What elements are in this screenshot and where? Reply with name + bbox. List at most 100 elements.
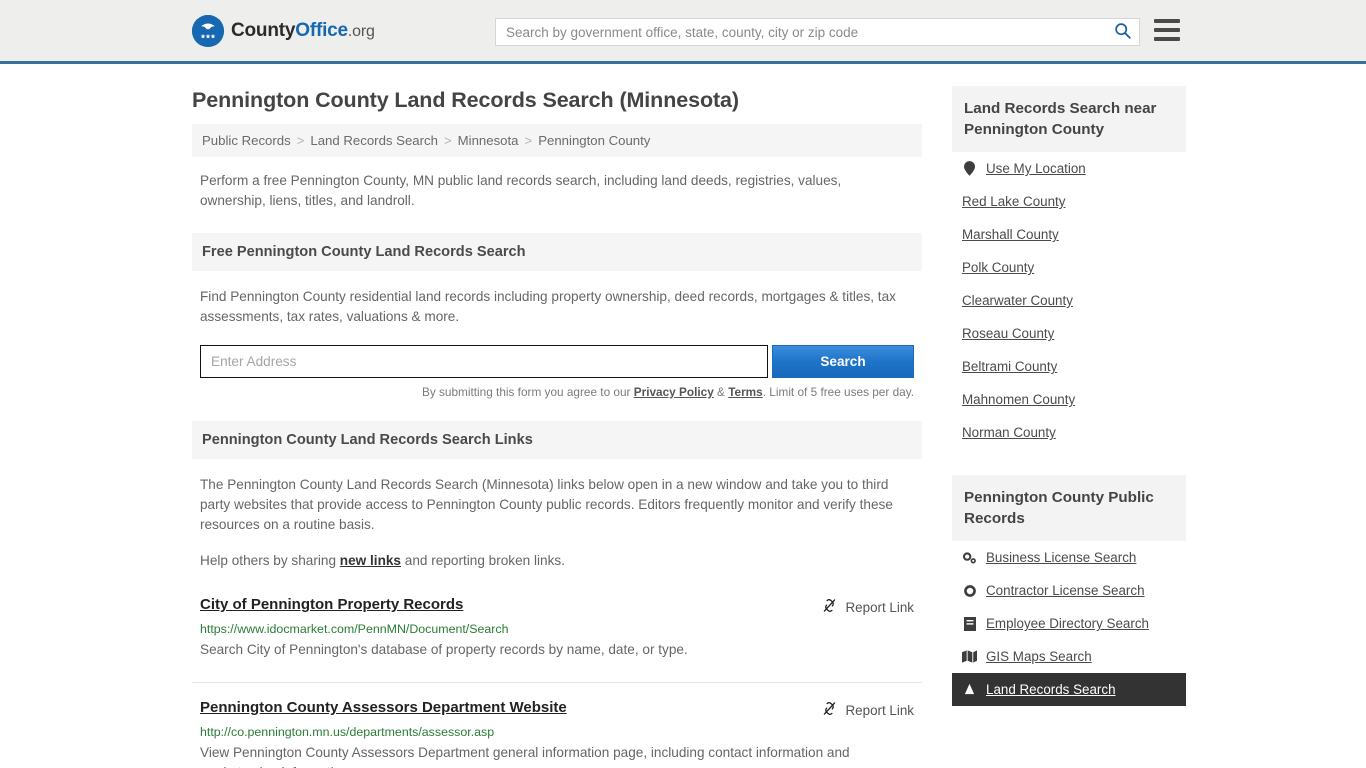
links-section-paragraph: The Pennington County Land Records Searc…	[200, 477, 893, 532]
result-description: View Pennington County Assessors Departm…	[200, 745, 850, 768]
sidebar-item-mahnomen-county[interactable]: Mahnomen County	[952, 383, 1186, 416]
cogs-icon	[962, 551, 977, 565]
sidebar-item-use-my-location[interactable]: Use My Location	[952, 152, 1186, 185]
sidebar-link[interactable]: Contractor License Search	[986, 583, 1145, 598]
hamburger-bar	[1154, 19, 1180, 23]
broken-link-icon	[821, 597, 838, 617]
breadcrumb-item-land-records-search[interactable]: Land Records Search	[310, 133, 438, 148]
sidebar-nearby-list: Use My Location Red Lake County Marshall…	[952, 152, 1186, 449]
sidebar-nearby-heading: Land Records Search near Pennington Coun…	[952, 86, 1186, 152]
hamburger-bar	[1154, 37, 1180, 41]
address-search-button[interactable]: Search	[772, 345, 914, 378]
result-url: https://www.idocmarket.com/PennMN/Docume…	[200, 622, 509, 636]
sidebar-item-roseau-county[interactable]: Roseau County	[952, 317, 1186, 350]
sidebar-link[interactable]: Mahnomen County	[962, 392, 1075, 407]
sidebar-item-land-records-search[interactable]: Land Records Search	[952, 673, 1186, 706]
sidebar-item-gis-maps-search[interactable]: GIS Maps Search	[952, 640, 1186, 673]
sidebar-link[interactable]: Business License Search	[986, 550, 1136, 565]
sidebar-item-clearwater-county[interactable]: Clearwater County	[952, 284, 1186, 317]
terms-disclaimer: By submitting this form you agree to our…	[192, 378, 922, 399]
sidebar-link[interactable]: Norman County	[962, 425, 1056, 440]
report-link-label: Report Link	[845, 702, 914, 718]
sidebar-nearby-block: Land Records Search near Pennington Coun…	[952, 86, 1186, 449]
result-item: City of Pennington Property Records Repo…	[192, 596, 922, 660]
links-section-body: The Pennington County Land Records Searc…	[192, 475, 922, 571]
gear-icon	[962, 584, 977, 598]
page-intro-text: Perform a free Pennington County, MN pub…	[200, 173, 842, 208]
sidebar-item-polk-county[interactable]: Polk County	[952, 251, 1186, 284]
result-header: Pennington County Assessors Department W…	[200, 699, 914, 720]
help-suffix: and reporting broken links.	[401, 553, 565, 568]
links-section-heading: Pennington County Land Records Search Li…	[192, 421, 922, 459]
links-help-line: Help others by sharing new links and rep…	[200, 551, 914, 571]
sidebar-item-employee-directory-search[interactable]: Employee Directory Search	[952, 607, 1186, 640]
sidebar-link[interactable]: GIS Maps Search	[986, 649, 1092, 664]
sidebar-link[interactable]: Land Records Search	[986, 682, 1116, 697]
result-title-link[interactable]: Pennington County Assessors Department W…	[200, 699, 567, 716]
broken-link-icon	[821, 700, 838, 720]
free-search-body: Find Pennington County residential land …	[192, 287, 922, 327]
global-search-input[interactable]	[496, 19, 1105, 45]
address-search-form: Search	[192, 345, 922, 378]
result-description: Search City of Pennington's database of …	[200, 642, 688, 657]
sidebar: Land Records Search near Pennington Coun…	[952, 64, 1186, 768]
report-link-button[interactable]: Report Link	[821, 597, 914, 617]
site-logo-text: CountyOffice.org	[231, 19, 375, 41]
result-header: City of Pennington Property Records Repo…	[200, 596, 914, 617]
sidebar-item-business-license-search[interactable]: Business License Search	[952, 541, 1186, 574]
sidebar-public-records-block: Pennington County Public Records Busines…	[952, 475, 1186, 706]
sidebar-item-red-lake-county[interactable]: Red Lake County	[952, 185, 1186, 218]
site-logo[interactable]: CountyOffice.org	[192, 14, 375, 47]
global-search-box[interactable]	[495, 18, 1140, 46]
terms-link[interactable]: Terms	[728, 385, 763, 399]
sidebar-link[interactable]: Beltrami County	[962, 359, 1057, 374]
terms-suffix: . Limit of 5 free uses per day.	[762, 385, 914, 399]
report-link-label: Report Link	[845, 599, 914, 615]
breadcrumb-separator-icon: >	[296, 133, 305, 148]
site-header: CountyOffice.org	[0, 0, 1366, 64]
page-container: Pennington County Land Records Search (M…	[0, 64, 1366, 768]
main-content: Pennington County Land Records Search (M…	[192, 64, 922, 768]
result-item: Pennington County Assessors Department W…	[192, 682, 922, 768]
directory-book-icon	[962, 616, 977, 631]
terms-prefix: By submitting this form you agree to our	[421, 385, 634, 399]
sidebar-link[interactable]: Marshall County	[962, 227, 1059, 242]
sidebar-link[interactable]: Use My Location	[986, 161, 1086, 176]
sidebar-public-records-heading: Pennington County Public Records	[952, 475, 1186, 541]
breadcrumb-item-minnesota[interactable]: Minnesota	[458, 133, 519, 148]
sidebar-link[interactable]: Polk County	[962, 260, 1034, 275]
sidebar-link[interactable]: Clearwater County	[962, 293, 1073, 308]
search-icon	[1114, 22, 1131, 42]
sidebar-item-norman-county[interactable]: Norman County	[952, 416, 1186, 449]
free-search-heading: Free Pennington County Land Records Sear…	[192, 233, 922, 271]
sidebar-item-beltrami-county[interactable]: Beltrami County	[952, 350, 1186, 383]
breadcrumb-item-public-records[interactable]: Public Records	[202, 133, 291, 148]
hamburger-bar	[1154, 28, 1180, 32]
sidebar-item-marshall-county[interactable]: Marshall County	[952, 218, 1186, 251]
hamburger-menu-icon[interactable]	[1154, 19, 1180, 41]
map-icon	[962, 650, 977, 663]
result-url: http://co.pennington.mn.us/departments/a…	[200, 725, 495, 739]
result-title-link[interactable]: City of Pennington Property Records	[200, 596, 463, 613]
help-prefix: Help others by sharing	[200, 553, 340, 568]
report-link-button[interactable]: Report Link	[821, 700, 914, 720]
free-search-description: Find Pennington County residential land …	[200, 289, 896, 324]
countyoffice-logo-icon	[192, 14, 224, 47]
sidebar-link[interactable]: Employee Directory Search	[986, 616, 1149, 631]
land-icon	[962, 683, 977, 696]
global-search-button[interactable]	[1105, 19, 1139, 45]
breadcrumb-item-pennington-county[interactable]: Pennington County	[538, 133, 650, 148]
page-title: Pennington County Land Records Search (M…	[192, 88, 739, 112]
map-pin-icon	[962, 161, 977, 176]
breadcrumb: Public Records > Land Records Search > M…	[192, 124, 922, 157]
breadcrumb-separator-icon: >	[443, 133, 452, 148]
privacy-policy-link[interactable]: Privacy Policy	[634, 385, 714, 399]
sidebar-link[interactable]: Red Lake County	[962, 194, 1065, 209]
terms-amp: &	[713, 385, 729, 399]
sidebar-item-contractor-license-search[interactable]: Contractor License Search	[952, 574, 1186, 607]
breadcrumb-separator-icon: >	[524, 133, 533, 148]
address-input[interactable]	[200, 345, 768, 378]
sidebar-link[interactable]: Roseau County	[962, 326, 1054, 341]
sidebar-public-records-list: Business License Search Contractor Licen…	[952, 541, 1186, 706]
new-links-link[interactable]: new links	[340, 553, 401, 568]
